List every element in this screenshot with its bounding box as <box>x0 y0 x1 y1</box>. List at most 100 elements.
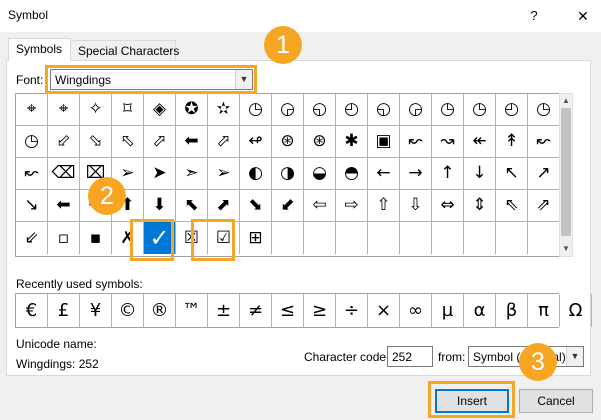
symbol-cell[interactable]: ⌑ <box>112 94 144 126</box>
symbol-cell[interactable]: ⬂ <box>80 126 112 158</box>
symbol-cell[interactable]: ← <box>368 158 400 190</box>
symbol-cell[interactable]: ◷ <box>464 94 496 126</box>
symbol-cell[interactable]: ⌖ <box>48 94 80 126</box>
symbol-cell[interactable] <box>304 222 336 254</box>
symbol-cell[interactable]: ↜ <box>16 158 48 190</box>
symbol-cell[interactable]: ⬊ <box>240 190 272 222</box>
symbol-cell[interactable]: ↫ <box>240 126 272 158</box>
symbol-cell[interactable]: ▣ <box>368 126 400 158</box>
symbol-cell[interactable]: ◓ <box>336 158 368 190</box>
symbol-cell[interactable]: ⬁ <box>112 126 144 158</box>
symbol-cell[interactable]: ⇗ <box>528 190 560 222</box>
recent-symbol-cell[interactable]: ≤ <box>272 294 304 327</box>
symbol-cell[interactable]: ⬀ <box>208 126 240 158</box>
symbol-cell[interactable]: ⇕ <box>464 190 496 222</box>
symbol-cell[interactable]: ↘ <box>16 190 48 222</box>
symbol-cell[interactable]: ⬅ <box>48 190 80 222</box>
character-code-input[interactable]: 252 <box>387 346 433 367</box>
symbol-cell[interactable]: ⇨ <box>336 190 368 222</box>
cancel-button[interactable]: Cancel <box>519 389 593 413</box>
scroll-up-icon[interactable]: ▲ <box>560 94 572 108</box>
recent-symbol-cell[interactable]: ≠ <box>240 294 272 327</box>
symbol-cell[interactable]: ✱ <box>336 126 368 158</box>
recent-symbol-cell[interactable]: ∞ <box>400 294 432 327</box>
symbol-cell[interactable]: ◵ <box>304 94 336 126</box>
symbol-cell[interactable]: ⊛ <box>304 126 336 158</box>
symbol-cell[interactable]: ▪ <box>80 222 112 254</box>
recent-symbol-cell[interactable]: ± <box>208 294 240 327</box>
symbol-cell[interactable]: ↗ <box>528 158 560 190</box>
recent-symbol-cell[interactable]: µ <box>432 294 464 327</box>
recent-symbol-cell[interactable]: π <box>528 294 560 327</box>
symbol-cell[interactable]: ⇩ <box>400 190 432 222</box>
scroll-down-icon[interactable]: ▼ <box>560 242 572 256</box>
symbol-cell[interactable]: ⇦ <box>304 190 336 222</box>
symbol-cell[interactable]: ◶ <box>400 94 432 126</box>
symbol-cell[interactable]: ↖ <box>496 158 528 190</box>
tab-special-characters[interactable]: Special Characters <box>70 40 179 60</box>
symbol-cell[interactable]: ⬇ <box>144 190 176 222</box>
symbol-cell[interactable] <box>496 222 528 254</box>
symbol-cell[interactable]: ➤ <box>144 158 176 190</box>
recent-symbol-cell[interactable]: ÷ <box>336 294 368 327</box>
chevron-down-icon[interactable]: ▼ <box>566 347 583 366</box>
recent-symbol-cell[interactable]: × <box>368 294 400 327</box>
symbol-cell[interactable]: ✫ <box>208 94 240 126</box>
symbol-cell[interactable] <box>400 222 432 254</box>
symbol-cell[interactable]: ◷ <box>16 126 48 158</box>
recent-symbol-cell[interactable]: © <box>112 294 144 327</box>
symbol-cell[interactable]: ✪ <box>176 94 208 126</box>
symbol-cell[interactable]: ⇙ <box>16 222 48 254</box>
symbol-grid-scrollbar[interactable]: ▲ ▼ <box>559 93 573 257</box>
symbol-cell[interactable]: ↟ <box>496 126 528 158</box>
tab-symbols[interactable]: Symbols <box>8 38 71 61</box>
symbol-cell[interactable] <box>368 222 400 254</box>
recent-symbol-cell[interactable]: ™ <box>176 294 208 327</box>
scroll-thumb[interactable] <box>561 108 571 236</box>
symbol-cell[interactable]: ⬋ <box>272 190 304 222</box>
symbol-cell[interactable]: ⬉ <box>176 190 208 222</box>
symbol-cell[interactable]: ⌖ <box>16 94 48 126</box>
symbol-cell[interactable]: ◵ <box>368 94 400 126</box>
symbol-cell[interactable] <box>336 222 368 254</box>
symbol-cell[interactable]: ◷ <box>432 94 464 126</box>
symbol-cell[interactable]: ◈ <box>144 94 176 126</box>
symbol-cell[interactable]: ⬃ <box>48 126 80 158</box>
symbol-cell[interactable]: ↜ <box>528 126 560 158</box>
symbol-cell[interactable]: ◴ <box>336 94 368 126</box>
symbol-cell[interactable]: ◶ <box>272 94 304 126</box>
symbol-cell[interactable] <box>272 222 304 254</box>
symbol-cell[interactable] <box>464 222 496 254</box>
symbol-cell[interactable]: ⊞ <box>240 222 272 254</box>
symbol-cell[interactable]: ⇧ <box>368 190 400 222</box>
symbol-cell[interactable]: ➣ <box>176 158 208 190</box>
symbol-cell[interactable]: ◷ <box>528 94 560 126</box>
recent-symbol-cell[interactable]: ¥ <box>80 294 112 327</box>
symbol-cell[interactable]: ➢ <box>208 158 240 190</box>
recent-symbol-cell[interactable]: ≥ <box>304 294 336 327</box>
recent-symbol-cell[interactable]: ® <box>144 294 176 327</box>
recent-symbol-cell[interactable]: α <box>464 294 496 327</box>
symbol-cell[interactable] <box>528 222 560 254</box>
symbol-cell[interactable]: ⊛ <box>272 126 304 158</box>
symbol-cell[interactable]: ◷ <box>240 94 272 126</box>
symbol-cell[interactable]: ⇔ <box>432 190 464 222</box>
symbol-cell[interactable]: ↓ <box>464 158 496 190</box>
recent-symbol-cell[interactable]: Ω <box>560 294 592 327</box>
symbol-cell[interactable]: ⬀ <box>144 126 176 158</box>
symbol-cell[interactable]: ↜ <box>400 126 432 158</box>
recent-symbol-cell[interactable]: β <box>496 294 528 327</box>
symbol-cell[interactable]: ▫ <box>48 222 80 254</box>
recent-symbol-cell[interactable]: € <box>16 294 48 327</box>
symbol-cell[interactable]: ↝ <box>432 126 464 158</box>
help-button[interactable]: ? <box>521 4 547 28</box>
symbol-cell[interactable]: ◐ <box>240 158 272 190</box>
symbol-cell[interactable]: ⬈ <box>208 190 240 222</box>
symbol-cell[interactable]: ◒ <box>304 158 336 190</box>
recent-symbol-cell[interactable]: £ <box>48 294 80 327</box>
symbol-cell[interactable]: ↞ <box>464 126 496 158</box>
symbol-cell[interactable]: ↑ <box>432 158 464 190</box>
symbol-cell[interactable]: ◑ <box>272 158 304 190</box>
symbol-cell[interactable]: ⌫ <box>48 158 80 190</box>
symbol-cell[interactable]: → <box>400 158 432 190</box>
